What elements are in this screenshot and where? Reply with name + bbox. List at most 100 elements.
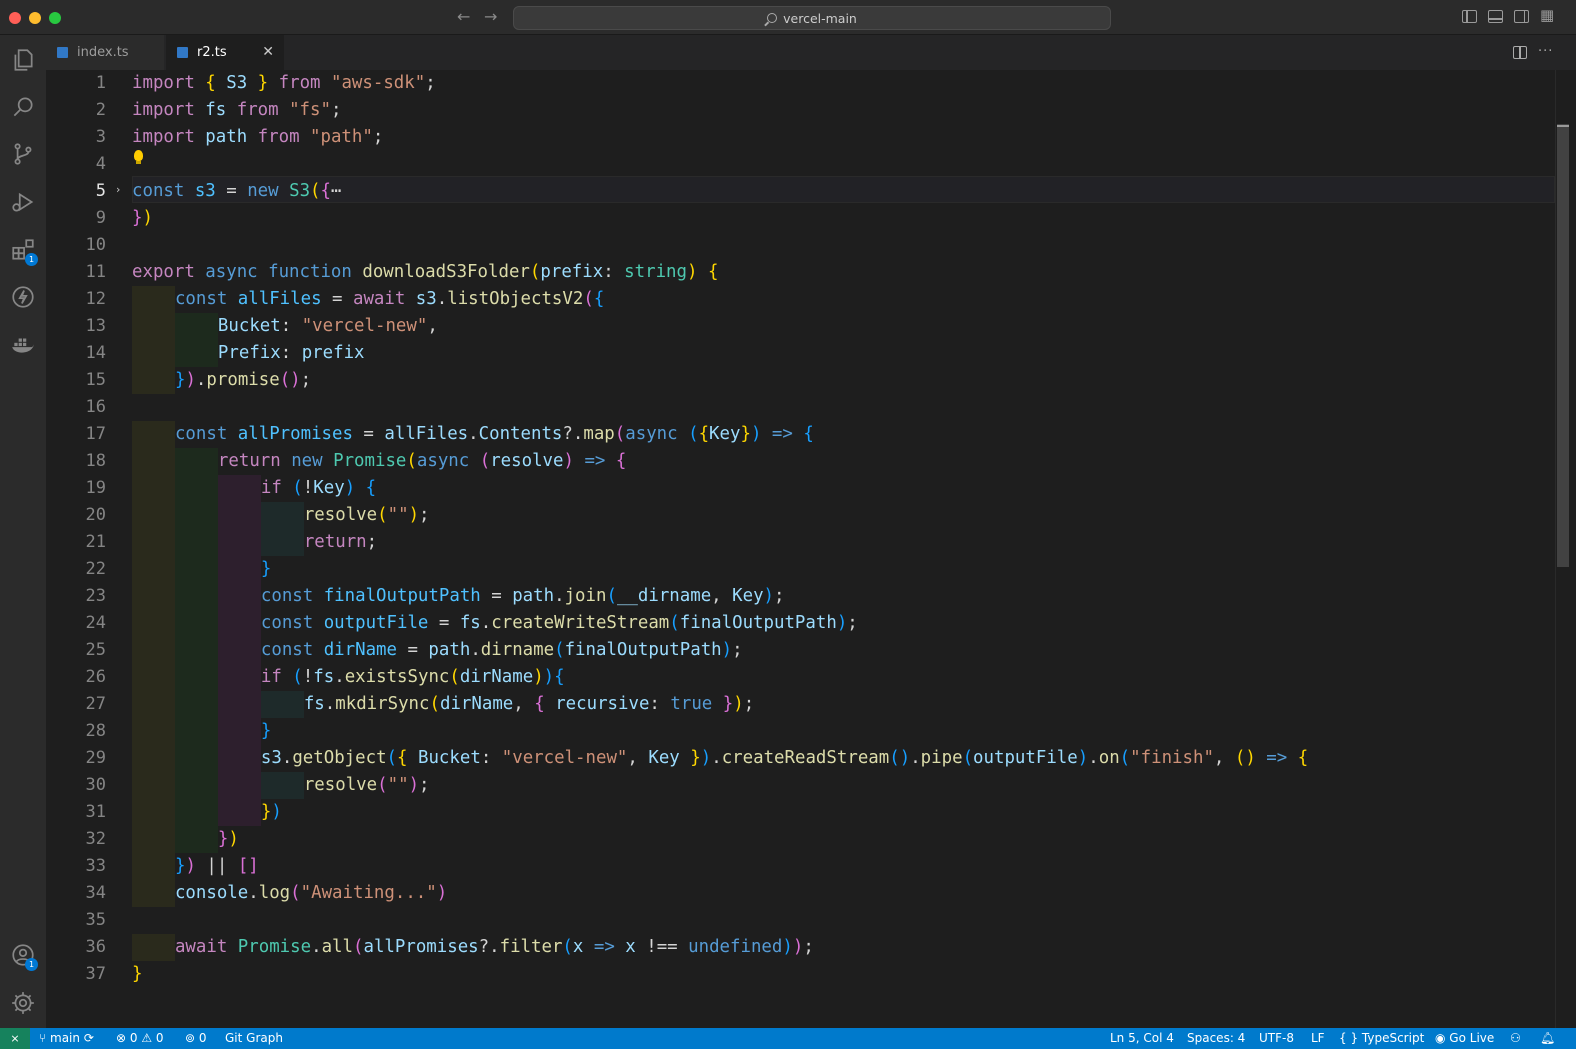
code-token: { <box>534 694 556 714</box>
line-number: 36 <box>85 937 106 957</box>
problems-status[interactable]: ⊗ 0 ⚠ 0 <box>116 1031 164 1045</box>
notifications-bell-icon[interactable]: 🔔︎ <box>1540 1031 1555 1045</box>
code-line[interactable]: } <box>132 961 142 988</box>
code-token: async function <box>205 262 363 282</box>
split-editor-icon[interactable] <box>1513 46 1527 59</box>
indent-guide <box>217 691 261 718</box>
indent-guide <box>174 691 218 718</box>
code-line[interactable]: } <box>261 718 271 745</box>
code-line[interactable]: Bucket: "vercel-new", <box>218 313 438 340</box>
source-control-icon[interactable] <box>0 132 46 176</box>
maximize-window-button[interactable] <box>49 12 61 24</box>
code-line[interactable]: await Promise.all(allPromises?.filter(x … <box>175 934 814 961</box>
close-tab-icon[interactable]: ✕ <box>262 44 274 60</box>
code-line[interactable]: const s3 = new S3({⋯ <box>132 178 342 205</box>
line-number: 20 <box>85 505 106 525</box>
code-line[interactable]: }) <box>218 826 239 853</box>
code-token: import <box>132 127 206 147</box>
toggle-primary-sidebar-icon[interactable] <box>1462 10 1477 23</box>
extensions-icon[interactable]: 1 <box>0 228 46 272</box>
git-graph-button[interactable]: Git Graph <box>225 1031 283 1045</box>
accounts-icon[interactable]: 1 <box>0 933 46 977</box>
code-line[interactable]: if (!Key) { <box>261 475 376 502</box>
code-token: outputFile <box>973 748 1078 768</box>
code-token: = <box>215 181 248 201</box>
vertical-scrollbar[interactable] <box>1555 70 1569 1028</box>
close-window-button[interactable] <box>9 12 21 24</box>
remote-indicator-icon[interactable]: ⨯ <box>0 1028 30 1049</box>
indent-guide <box>132 934 175 961</box>
command-center-search[interactable]: vercel-main <box>513 6 1111 30</box>
fold-chevron-icon[interactable]: › <box>116 183 120 196</box>
customize-layout-icon[interactable] <box>1540 6 1555 24</box>
code-line[interactable]: return; <box>304 529 377 556</box>
code-token: async <box>625 424 689 444</box>
tab-r2-ts[interactable]: r2.ts ✕ <box>166 35 284 70</box>
indentation-status[interactable]: Spaces: 4 <box>1187 1031 1245 1045</box>
line-number: 22 <box>85 559 106 579</box>
code-token: { <box>205 73 227 93</box>
language-mode[interactable]: { } TypeScript <box>1339 1031 1424 1045</box>
code-line[interactable]: Prefix: prefix <box>218 340 365 367</box>
code-line[interactable]: if (!fs.existsSync(dirName)){ <box>261 664 565 691</box>
more-actions-icon[interactable]: ··· <box>1538 44 1553 59</box>
code-token: console <box>174 883 249 903</box>
indent-guide <box>260 691 304 718</box>
code-token: "vercel-new" <box>301 316 428 336</box>
code-token: ; <box>743 694 755 714</box>
cursor-position[interactable]: Ln 5, Col 4 <box>1110 1031 1174 1045</box>
code-line[interactable]: console.log("Awaiting...") <box>175 880 447 907</box>
scrollbar-thumb[interactable] <box>1557 124 1569 567</box>
go-live-button[interactable]: ◉ Go Live <box>1435 1031 1494 1045</box>
code-token: path <box>512 586 555 606</box>
go-back-icon[interactable]: ← <box>457 7 470 26</box>
code-line[interactable]: export async function downloadS3Folder(p… <box>132 259 718 286</box>
copilot-icon[interactable]: ⚇ <box>1510 1031 1521 1045</box>
code-token: { <box>803 424 814 444</box>
code-token: s3 <box>415 289 437 309</box>
go-forward-icon[interactable]: → <box>484 7 497 26</box>
code-line[interactable]: const finalOutputPath = path.join(__dirn… <box>261 583 785 610</box>
ports-status[interactable]: ⊚ 0 <box>185 1031 207 1045</box>
code-line[interactable]: const outputFile = fs.createWriteStream(… <box>261 610 858 637</box>
code-line[interactable]: }) <box>132 205 153 232</box>
code-token: x <box>625 937 636 957</box>
code-line[interactable]: fs.mkdirSync(dirName, { recursive: true … <box>304 691 754 718</box>
code-token: ; <box>732 640 743 660</box>
code-line[interactable]: resolve(""); <box>304 502 430 529</box>
code-line[interactable]: const allFiles = await s3.listObjectsV2(… <box>175 286 604 313</box>
branch-status[interactable]: ⑂ main ⟳ <box>39 1031 94 1045</box>
title-bar: ← → vercel-main <box>0 0 1576 35</box>
code-line[interactable]: } <box>261 556 271 583</box>
code-line[interactable]: return new Promise(async (resolve) => { <box>218 448 626 475</box>
docker-icon[interactable] <box>0 323 46 367</box>
thunder-client-icon[interactable] <box>0 275 46 319</box>
code-line[interactable]: }) <box>261 799 282 826</box>
run-debug-icon[interactable] <box>0 180 46 224</box>
code-line[interactable]: const allPromises = allFiles.Contents?.m… <box>175 421 814 448</box>
code-token: ) <box>271 802 282 822</box>
code-token: ( <box>406 451 417 471</box>
code-line[interactable]: import { S3 } from "aws-sdk"; <box>132 70 436 97</box>
code-line[interactable]: resolve(""); <box>304 772 430 799</box>
toggle-secondary-sidebar-icon[interactable] <box>1514 10 1529 23</box>
minimize-window-button[interactable] <box>29 12 41 24</box>
code-line[interactable]: }).promise(); <box>175 367 311 394</box>
code-token: ) <box>782 937 793 957</box>
search-icon[interactable] <box>0 85 46 129</box>
code-editor[interactable]: 1 2 3 4 5 9 10 11 12 13 14 15 16 17 18 19 20 21 22 23 24 25 26… <box>46 70 1555 1028</box>
toggle-panel-icon[interactable] <box>1488 10 1503 23</box>
code-line[interactable]: const dirName = path.dirname(finalOutput… <box>261 637 743 664</box>
eol-status[interactable]: LF <box>1311 1031 1325 1045</box>
tab-index-ts[interactable]: index.ts <box>46 35 165 70</box>
code-line[interactable]: import path from "path"; <box>132 124 383 151</box>
encoding-status[interactable]: UTF-8 <box>1259 1031 1294 1045</box>
code-token: } <box>260 721 272 741</box>
code-line[interactable]: import fs from "fs"; <box>132 97 341 124</box>
code-token: ) <box>408 505 420 525</box>
code-line[interactable]: }) || [] <box>175 853 259 880</box>
explorer-icon[interactable] <box>0 38 46 82</box>
lightbulb-icon[interactable] <box>134 150 143 164</box>
settings-gear-icon[interactable] <box>0 981 46 1025</box>
code-line[interactable]: s3.getObject({ Bucket: "vercel-new", Key… <box>261 745 1308 772</box>
